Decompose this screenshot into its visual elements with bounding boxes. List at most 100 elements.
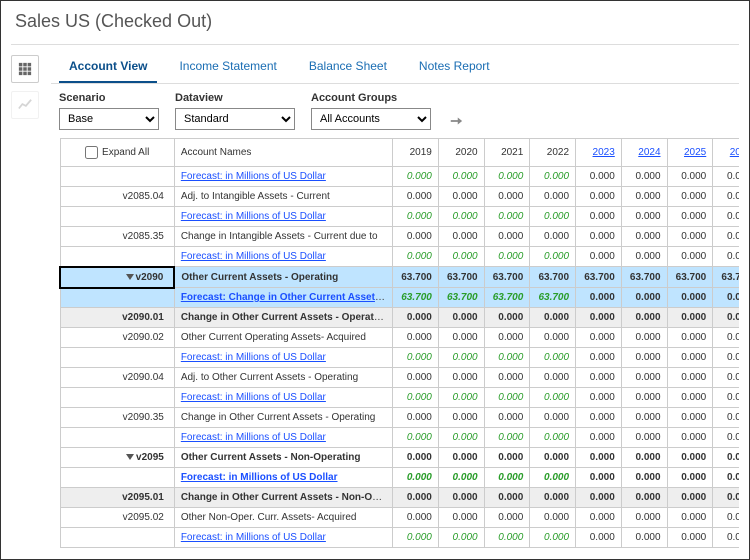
grid-icon[interactable] bbox=[11, 55, 39, 83]
expand-all-checkbox[interactable] bbox=[85, 146, 98, 159]
value-cell: 63.700 bbox=[484, 267, 530, 288]
account-name-cell[interactable]: Forecast: in Millions of US Dollar bbox=[174, 247, 392, 267]
account-id-cell bbox=[60, 288, 174, 308]
value-cell: 0.000 bbox=[438, 247, 484, 267]
scenario-select[interactable]: Base bbox=[59, 108, 159, 130]
account-id-cell: v2090 bbox=[60, 267, 174, 288]
accountgroups-label: Account Groups bbox=[311, 92, 431, 104]
table-row[interactable]: Forecast: in Millions of US Dollar0.0000… bbox=[60, 247, 739, 267]
table-row[interactable]: v2085.35Change in Intangible Assets - Cu… bbox=[60, 227, 739, 247]
table-row[interactable]: Forecast: in Millions of US Dollar0.0000… bbox=[60, 207, 739, 227]
value-cell: 0.000 bbox=[667, 187, 713, 207]
value-cell: 0.000 bbox=[667, 308, 713, 328]
value-cell: 0.000 bbox=[530, 508, 576, 528]
value-cell: 0.000 bbox=[393, 488, 439, 508]
accounts-grid: Expand All Account Names 201920202021202… bbox=[59, 138, 739, 548]
value-cell: 0.000 bbox=[576, 508, 622, 528]
account-name-cell: Change in Other Current Assets - Operati… bbox=[174, 308, 392, 328]
table-row[interactable]: v2090.01Change in Other Current Assets -… bbox=[60, 308, 739, 328]
table-row[interactable]: Forecast: in Millions of US Dollar0.0000… bbox=[60, 348, 739, 368]
value-cell: 0.000 bbox=[576, 328, 622, 348]
value-cell: 0.000 bbox=[484, 247, 530, 267]
value-cell: 0.000 bbox=[484, 448, 530, 468]
value-cell: 0.000 bbox=[484, 348, 530, 368]
tab-balance-sheet[interactable]: Balance Sheet bbox=[299, 53, 397, 81]
account-name-cell[interactable]: Forecast: in Millions of US Dollar bbox=[174, 388, 392, 408]
account-name-cell: Other Current Operating Assets- Acquired bbox=[174, 328, 392, 348]
tab-notes-report[interactable]: Notes Report bbox=[409, 53, 500, 81]
year-header-2021: 2021 bbox=[484, 139, 530, 167]
value-cell: 0.000 bbox=[530, 328, 576, 348]
account-name-cell[interactable]: Forecast: in Millions of US Dollar bbox=[174, 348, 392, 368]
value-cell: 0.000 bbox=[713, 448, 739, 468]
value-cell: 0.000 bbox=[667, 368, 713, 388]
collapse-icon[interactable] bbox=[126, 454, 134, 460]
collapse-icon[interactable] bbox=[126, 274, 134, 280]
value-cell: 0.000 bbox=[576, 227, 622, 247]
table-row[interactable]: v2090.35Change in Other Current Assets -… bbox=[60, 408, 739, 428]
year-header-2025[interactable]: 2025 bbox=[667, 139, 713, 167]
table-row[interactable]: Forecast: in Millions of US Dollar 0.000 0… bbox=[60, 528, 739, 548]
year-header-2023[interactable]: 2023 bbox=[576, 139, 622, 167]
value-cell: 0.000 bbox=[484, 528, 530, 548]
table-row[interactable]: Forecast: in Millions of US Dollar0.0000… bbox=[60, 388, 739, 408]
tab-account-view[interactable]: Account View bbox=[59, 53, 157, 83]
value-cell: 0.000 bbox=[621, 288, 667, 308]
table-row[interactable]: v2085.04Adj. to Intangible Assets - Curr… bbox=[60, 187, 739, 207]
table-row[interactable]: v2090.02Other Current Operating Assets- … bbox=[60, 328, 739, 348]
accounts-grid-wrap: Expand All Account Names 201920202021202… bbox=[51, 138, 739, 548]
account-name-cell[interactable]: Forecast: in Millions of US Dollar bbox=[174, 167, 392, 187]
table-row[interactable]: Forecast: in Millions of US Dollar0.0000… bbox=[60, 468, 739, 488]
value-cell: 63.700 bbox=[667, 267, 713, 288]
value-cell: 0.000 bbox=[621, 528, 667, 548]
apply-arrow-icon[interactable] bbox=[447, 112, 465, 130]
chart-icon[interactable] bbox=[11, 91, 39, 119]
value-cell: 0.000 bbox=[621, 448, 667, 468]
table-row[interactable]: Forecast: in Millions of US Dollar 0.000 0… bbox=[60, 428, 739, 448]
table-row[interactable]: v2095.01Change in Other Current Assets -… bbox=[60, 488, 739, 508]
account-id-cell bbox=[60, 428, 174, 448]
account-name-cell[interactable]: Forecast: in Millions of US Dollar bbox=[174, 207, 392, 227]
value-cell: 0.000 bbox=[713, 288, 739, 308]
table-row[interactable]: Forecast: Change in Other Current Assets… bbox=[60, 288, 739, 308]
value-cell: 0.000 bbox=[530, 308, 576, 328]
account-id-cell: v2085.35 bbox=[60, 227, 174, 247]
tab-bar: Account View Income Statement Balance Shee… bbox=[51, 45, 739, 84]
table-row[interactable]: v2095Other Current Assets - Non-Operatin… bbox=[60, 448, 739, 468]
account-name-cell[interactable]: Forecast: in Millions of US Dollar bbox=[174, 428, 392, 448]
tab-income-statement[interactable]: Income Statement bbox=[169, 53, 286, 81]
table-row[interactable]: v2090Other Current Assets - Operating63.… bbox=[60, 267, 739, 288]
year-header-2024[interactable]: 2024 bbox=[621, 139, 667, 167]
account-name-cell[interactable]: Forecast: in Millions of US Dollar bbox=[174, 468, 392, 488]
account-name-cell[interactable]: Forecast: Change in Other Current Assets… bbox=[174, 288, 392, 308]
left-toolbar bbox=[11, 45, 51, 548]
value-cell: 0.000 bbox=[621, 328, 667, 348]
table-row[interactable]: Forecast: in Millions of US Dollar0.0000… bbox=[60, 167, 739, 187]
value-cell: 63.700 bbox=[484, 288, 530, 308]
value-cell: 0.000 bbox=[576, 468, 622, 488]
account-id-cell: v2085.04 bbox=[60, 187, 174, 207]
value-cell: 0.000 bbox=[576, 368, 622, 388]
account-name-cell[interactable]: Forecast: in Millions of US Dollar bbox=[174, 528, 392, 548]
value-cell: 0.000 bbox=[393, 468, 439, 488]
value-cell: 0.000 bbox=[713, 428, 739, 448]
value-cell: 0.000 bbox=[484, 368, 530, 388]
table-row[interactable]: v2095.02Other Non-Oper. Curr. Assets- Ac… bbox=[60, 508, 739, 528]
value-cell: 0.000 bbox=[393, 508, 439, 528]
accountgroups-select[interactable]: All Accounts bbox=[311, 108, 431, 130]
value-cell: 0.000 bbox=[530, 428, 576, 448]
expand-all-label: Expand All bbox=[102, 147, 149, 158]
value-cell: 0.000 bbox=[621, 247, 667, 267]
value-cell: 0.000 bbox=[393, 207, 439, 227]
year-header-2026[interactable]: 2026 bbox=[713, 139, 739, 167]
dataview-label: Dataview bbox=[175, 92, 295, 104]
account-name-cell: Other Non-Oper. Curr. Assets- Acquired bbox=[174, 508, 392, 528]
value-cell: 0.000 bbox=[621, 428, 667, 448]
table-row[interactable]: v2090.04Adj. to Other Current Assets - O… bbox=[60, 368, 739, 388]
dataview-select[interactable]: Standard bbox=[175, 108, 295, 130]
value-cell: 0.000 bbox=[576, 448, 622, 468]
value-cell: 0.000 bbox=[667, 328, 713, 348]
value-cell: 0.000 bbox=[530, 488, 576, 508]
value-cell: 0.000 bbox=[438, 468, 484, 488]
value-cell: 0.000 bbox=[530, 368, 576, 388]
